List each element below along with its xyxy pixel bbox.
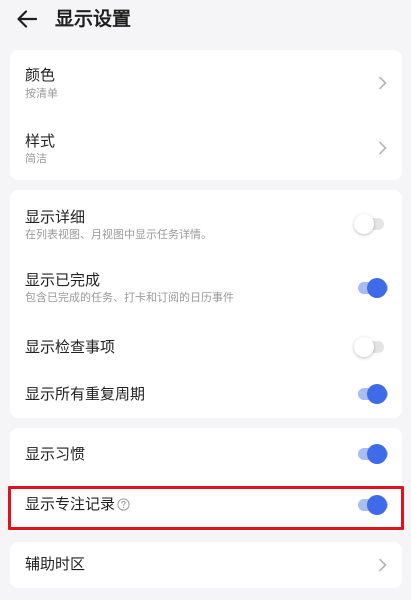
back-button[interactable] xyxy=(14,7,40,31)
header: 显示设置 xyxy=(0,0,411,40)
toggle-knob xyxy=(367,384,387,404)
show-all-repeats-toggle[interactable] xyxy=(354,383,388,405)
show-checklist-title: 显示检查事项 xyxy=(25,338,116,356)
show-completed-row[interactable]: 显示已完成 包含已完成的任务、打卡和订阅的日历事件 xyxy=(10,250,402,310)
show-completed-description: 包含已完成的任务、打卡和订阅的日历事件 xyxy=(25,291,234,304)
toggle-knob xyxy=(354,337,374,357)
show-habits-row[interactable]: 显示习惯 xyxy=(10,428,402,480)
highlight-box xyxy=(8,486,404,530)
show-completed-title: 显示已完成 xyxy=(25,271,101,289)
show-details-title: 显示详细 xyxy=(25,208,86,226)
arrow-left-icon xyxy=(17,10,37,28)
show-completed-toggle[interactable] xyxy=(354,277,388,299)
timezone-card: 辅助时区 xyxy=(10,542,402,588)
style-setting-row[interactable]: 样式 简洁 xyxy=(10,115,402,180)
toggle-knob xyxy=(354,214,374,234)
toggle-knob xyxy=(367,278,387,298)
show-habits-title: 显示习惯 xyxy=(25,445,86,463)
style-setting-value: 简洁 xyxy=(25,152,47,165)
show-checklist-row[interactable]: 显示检查事项 xyxy=(10,318,402,368)
secondary-timezone-row[interactable]: 辅助时区 xyxy=(10,542,402,588)
style-setting-title: 样式 xyxy=(25,132,56,150)
page-title: 显示设置 xyxy=(55,8,132,30)
color-setting-row[interactable]: 颜色 按清单 xyxy=(10,50,402,115)
show-details-toggle[interactable] xyxy=(354,213,388,235)
toggle-knob xyxy=(367,444,387,464)
show-all-repeats-title: 显示所有重复周期 xyxy=(25,385,146,403)
show-details-row[interactable]: 显示详细 在列表视图、月视图中显示任务详情。 xyxy=(10,190,402,250)
show-details-description: 在列表视图、月视图中显示任务详情。 xyxy=(25,228,212,241)
chevron-right-icon xyxy=(379,76,387,90)
chevron-right-icon xyxy=(379,558,387,572)
show-habits-toggle[interactable] xyxy=(354,443,388,465)
color-setting-value: 按清单 xyxy=(25,87,58,100)
display-options-card: 显示详细 在列表视图、月视图中显示任务详情。 显示已完成 包含已完成的任务、打卡… xyxy=(10,190,402,418)
show-all-repeats-row[interactable]: 显示所有重复周期 xyxy=(10,368,402,418)
show-checklist-toggle[interactable] xyxy=(354,336,388,358)
secondary-timezone-title: 辅助时区 xyxy=(25,555,86,573)
color-setting-title: 颜色 xyxy=(25,66,56,84)
appearance-card: 颜色 按清单 样式 简洁 xyxy=(10,50,402,180)
chevron-right-icon xyxy=(379,141,387,155)
